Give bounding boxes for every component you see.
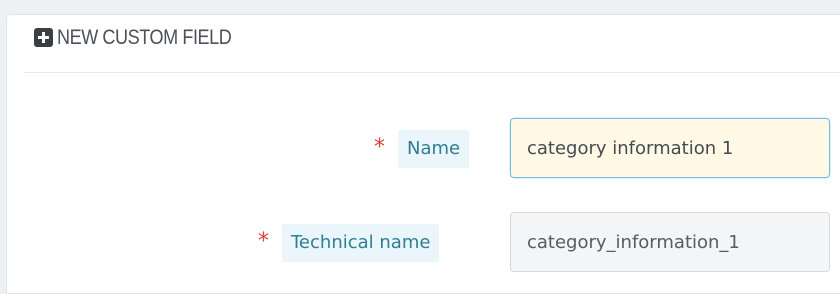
panel-title: NEW CUSTOM FIELD xyxy=(57,26,232,49)
technical-name-label: Technical name xyxy=(282,224,440,262)
technical-name-input[interactable] xyxy=(510,212,830,272)
plus-square-icon xyxy=(34,28,53,47)
name-label: Name xyxy=(398,130,470,168)
panel-header: NEW CUSTOM FIELD xyxy=(24,20,840,73)
required-indicator-technical-name: * xyxy=(258,229,269,254)
name-input[interactable] xyxy=(510,118,830,178)
required-indicator-name: * xyxy=(374,135,385,160)
